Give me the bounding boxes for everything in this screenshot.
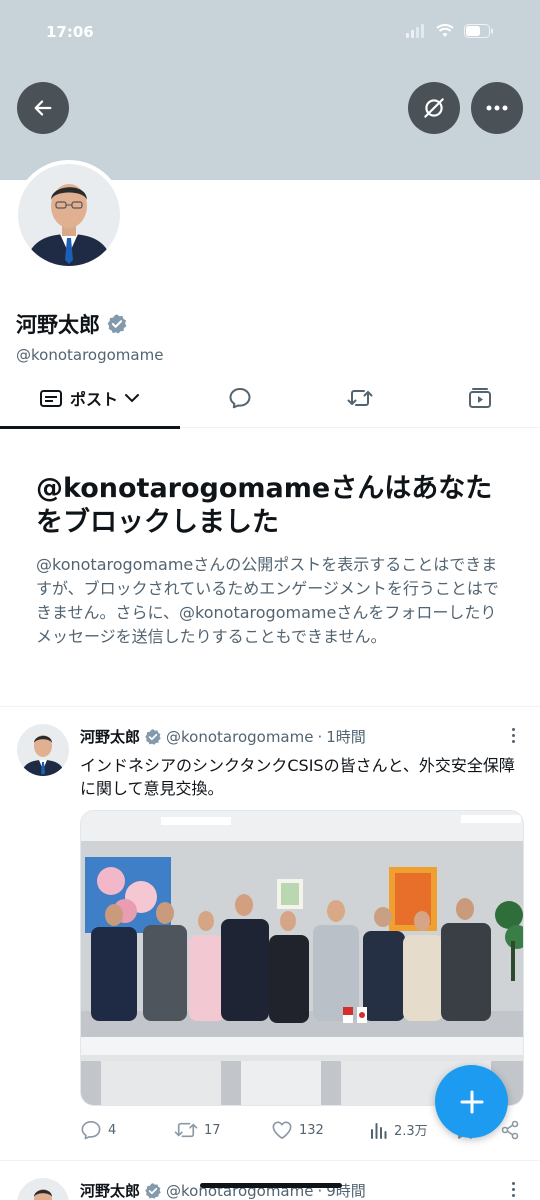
repost-count: 17 [204,1122,221,1138]
more-options-button[interactable] [471,82,523,134]
tab-posts-label: ポスト [69,390,118,409]
share-icon [501,1120,519,1140]
post-more-button[interactable] [508,1182,518,1197]
media-icon [469,388,491,408]
group-photo-image [81,811,523,1105]
post-image[interactable] [80,810,524,1106]
post-header: 河野太郎 @konotarogomame · 1時間 [80,726,366,747]
verified-badge-icon [145,728,161,745]
post-author-name[interactable]: 河野太郎 [80,1180,140,1200]
active-tab-indicator [0,426,180,429]
analytics-icon [371,1122,387,1139]
verified-badge-icon [107,314,127,334]
view-count: 2.3万 [394,1124,428,1139]
more-horizontal-icon [486,105,508,111]
posts-icon [39,390,62,407]
arrow-left-icon [34,100,52,116]
post-avatar[interactable] [17,1178,69,1200]
post-timestamp[interactable]: 1時間 [326,726,366,747]
compose-post-button[interactable] [435,1065,508,1138]
repost-action[interactable]: 17 [174,1120,221,1140]
translate-profile-button[interactable] [408,82,460,134]
wifi-icon [436,24,454,37]
status-time: 17:06 [46,23,94,41]
post-author-name[interactable]: 河野太郎 [80,726,140,747]
post-author-handle: @konotarogomame [166,727,314,746]
repost-icon [174,1122,198,1138]
back-button[interactable] [17,82,69,134]
block-notice-description: @konotarogomameさんの公開ポストを表示することはできますが、ブロッ… [36,555,499,646]
post-text: インドネシアのシンクタンクCSISの皆さんと、外交安全保障に関して意見交換。 [80,756,515,798]
status-bar: 17:06 [0,0,540,68]
repost-icon [347,390,373,406]
chevron-down-icon [125,394,139,403]
no-translate-icon [424,98,444,118]
views-action[interactable]: 2.3万 [370,1120,428,1139]
post-avatar[interactable] [17,724,69,776]
tab-media[interactable] [420,368,540,428]
heart-icon [272,1121,292,1139]
like-action[interactable]: 132 [271,1120,324,1140]
profile-avatar[interactable] [14,160,124,270]
tab-reposts[interactable] [300,368,420,428]
like-count: 132 [299,1122,324,1138]
display-name-text: 河野太郎 [16,313,100,337]
share-action[interactable] [500,1120,520,1140]
battery-icon [464,24,493,38]
plus-icon [460,1090,483,1113]
reply-action[interactable]: 4 [80,1120,116,1140]
profile-handle: @konotarogomame [16,346,164,364]
tab-posts[interactable]: ポスト [0,368,180,429]
post-more-button[interactable] [508,728,518,743]
verified-badge-icon [145,1182,161,1199]
reply-count: 4 [108,1122,117,1138]
reply-bubble-icon [229,388,251,409]
cellular-signal-icon [406,24,424,38]
block-notice-title: @konotarogomameさんはあなたをブロックしました [36,473,493,538]
profile-name: 河野太郎 [16,309,128,339]
portrait-photo [17,724,69,776]
profile-tabs: ポスト [0,368,540,429]
portrait-photo [17,1178,69,1200]
post[interactable]: 河野太郎 @konotarogomame · 9時間 [0,1160,540,1200]
post-separator: · [317,727,323,746]
home-indicator[interactable] [200,1183,342,1188]
portrait-photo [18,164,120,266]
tab-replies[interactable] [180,368,300,428]
reply-icon [81,1121,101,1140]
